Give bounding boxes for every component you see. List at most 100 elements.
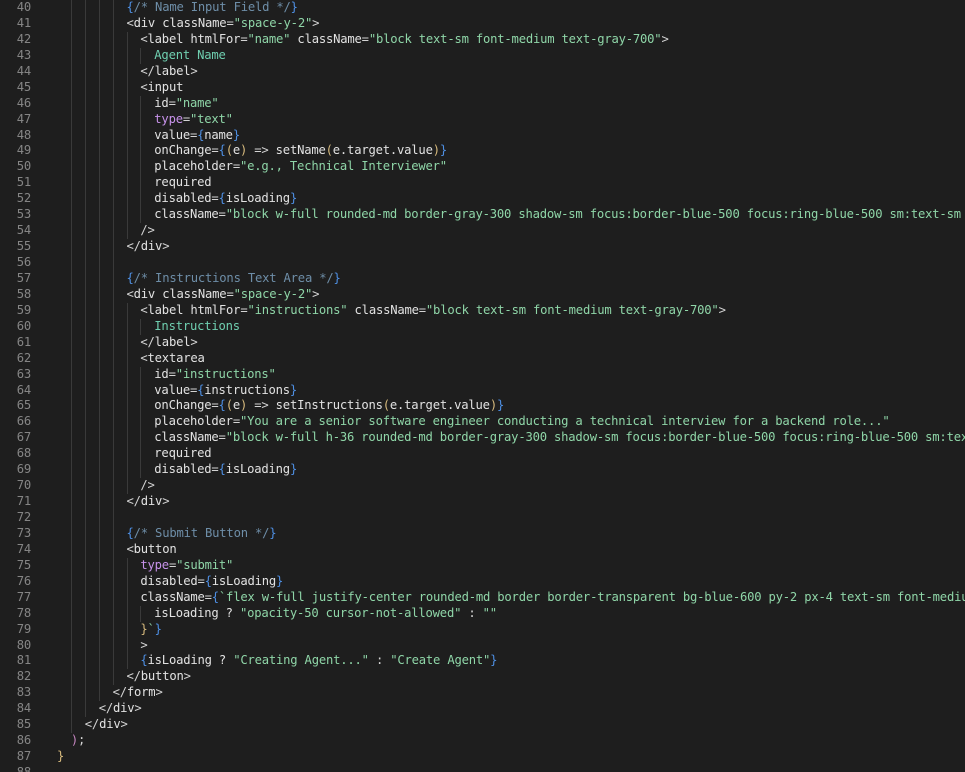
- code-token: }: [496, 398, 505, 413]
- code-line[interactable]: 61 </label>: [0, 334, 965, 351]
- line-number: 41: [16, 15, 31, 30]
- line-number: 82: [16, 669, 31, 684]
- code-line[interactable]: 78 isLoading ? "opacity-50 cursor-not-all…: [0, 605, 965, 622]
- code-token: =: [211, 462, 219, 477]
- code-line[interactable]: 40 {/* Name Input Field */}: [0, 0, 965, 16]
- code-line[interactable]: 77 className={`flex w-full justify-center…: [0, 589, 965, 606]
- code-token: className: [347, 302, 419, 317]
- code-line[interactable]: 67 className="block w-full h-36 rounded-m…: [0, 430, 965, 447]
- indent-guide: [70, 350, 72, 367]
- code-line[interactable]: 58 <div className="space-y-2">: [0, 286, 965, 303]
- code-line[interactable]: 50 placeholder="e.g., Technical Interview…: [0, 159, 965, 176]
- code-token: /* Name Input Field */: [133, 0, 291, 14]
- code-line[interactable]: 59 <label htmlFor = "instructions" classNam…: [0, 302, 965, 319]
- code-line[interactable]: 76 disabled={isLoading}: [0, 573, 965, 590]
- code-line[interactable]: 82 </button>: [0, 669, 965, 686]
- line-number: 87: [16, 749, 31, 764]
- indent-guide: [84, 414, 86, 431]
- code-line[interactable]: 52 disabled={isLoading}: [0, 191, 965, 208]
- code-line[interactable]: 71 </div>: [0, 494, 965, 510]
- indent-guide: [84, 318, 86, 335]
- code-line[interactable]: 65 onChange={(e) => setInstructions(e.tar…: [0, 398, 965, 415]
- line-code: value={name}: [154, 128, 240, 144]
- code-line[interactable]: 43 Agent Name: [0, 47, 965, 64]
- code-token: }: [490, 653, 498, 668]
- indent-guide: [126, 318, 128, 335]
- code-token: <: [140, 79, 148, 94]
- indent-guide: [112, 270, 114, 287]
- code-token: label: [154, 63, 191, 78]
- code-line[interactable]: 81 {isLoading ? "Creating Agent..." : "Cr…: [0, 653, 965, 670]
- code-line[interactable]: 79}`}: [0, 621, 965, 638]
- indent-guide: [70, 255, 72, 271]
- code-line[interactable]: 47 type="text": [0, 111, 965, 128]
- code-line[interactable]: 63 id="instructions": [0, 366, 965, 383]
- indent-guide: [112, 398, 114, 415]
- indent-guide: [98, 207, 100, 224]
- code-line[interactable]: 66 placeholder="You are a senior software…: [0, 414, 965, 431]
- code-line[interactable]: 72: [0, 510, 965, 526]
- indent-guide: [126, 302, 128, 319]
- code-line[interactable]: 83 </form>: [0, 685, 965, 702]
- code-editor[interactable]: 40 {/* Name Input Field */} 41 <div classNa…: [0, 0, 965, 772]
- code-line[interactable]: 84 </div>: [0, 701, 965, 718]
- code-token: ): [489, 398, 497, 413]
- code-line[interactable]: 74 <button: [0, 541, 965, 558]
- code-token: htmlFor: [183, 302, 241, 317]
- indent-guide: [98, 127, 100, 144]
- code-line[interactable]: 42 <label htmlFor="name" className="block…: [0, 31, 965, 48]
- indent-guide: [70, 701, 72, 718]
- code-line[interactable]: 51 required: [0, 175, 965, 192]
- code-line[interactable]: 75 type="submit": [0, 557, 965, 574]
- code-line[interactable]: 70 />: [0, 478, 965, 495]
- indent-guide: [140, 446, 142, 463]
- code-line[interactable]: 44 </label>: [0, 63, 965, 80]
- code-token: }: [289, 462, 298, 477]
- line-number: 81: [16, 653, 31, 668]
- line-code: </label>: [140, 64, 197, 80]
- code-token: div: [140, 494, 163, 509]
- code-line[interactable]: 73 {/* Submit Button */}: [0, 525, 965, 542]
- code-token: :: [368, 653, 391, 668]
- code-line[interactable]: 88: [0, 765, 965, 772]
- indent-guide: [70, 525, 72, 542]
- code-line[interactable]: 68 required: [0, 446, 965, 463]
- code-line[interactable]: 56: [0, 255, 965, 271]
- code-line[interactable]: 45 <input: [0, 79, 965, 96]
- code-token: :: [461, 605, 483, 620]
- code-line[interactable]: 80 >: [0, 637, 965, 654]
- line-code: onChange={(e) => setInstructions(e.targe…: [154, 398, 504, 414]
- code-line[interactable]: 85 </div>: [0, 717, 965, 734]
- code-line[interactable]: 62 <textarea: [0, 350, 965, 367]
- indent-guide: [84, 239, 86, 255]
- code-line[interactable]: 48 value={name}: [0, 127, 965, 144]
- indent-guide: [126, 223, 128, 240]
- code-line[interactable]: 49 onChange={(e) => setName(e.target.valu…: [0, 143, 965, 160]
- code-line[interactable]: 46 id="name": [0, 95, 965, 112]
- line-code: </button>: [127, 669, 191, 685]
- indent-guide: [126, 334, 128, 351]
- code-line[interactable]: 69 disabled={isLoading}: [0, 462, 965, 479]
- code-token: >: [120, 717, 128, 732]
- code-line[interactable]: 60 Instructions: [0, 318, 965, 335]
- line-code: </div>: [127, 239, 170, 255]
- code-line[interactable]: 87}: [0, 749, 965, 765]
- line-code: id="instructions": [154, 366, 276, 383]
- indent-guide: [112, 494, 114, 510]
- code-line[interactable]: 54 />: [0, 223, 965, 240]
- line-code: );: [71, 733, 85, 749]
- indent-guide: [126, 31, 128, 48]
- code-token: "space-y-2": [233, 286, 313, 301]
- code-line[interactable]: 57 {/* Instructions Text Area */}: [0, 270, 965, 287]
- code-line[interactable]: 53 className="block w-full rounded-md bor…: [0, 207, 965, 224]
- indent-guide: [112, 382, 114, 399]
- code-line[interactable]: 41 <div className="space-y-2">: [0, 15, 965, 32]
- line-number: 65: [16, 398, 31, 413]
- code-line[interactable]: 86);: [0, 733, 965, 749]
- code-line[interactable]: 64 value={instructions}: [0, 382, 965, 399]
- code-token: placeholder: [154, 159, 233, 174]
- code-token: "instructions": [175, 366, 276, 381]
- code-token: onChange: [154, 143, 212, 158]
- code-token: {: [218, 143, 226, 158]
- code-line[interactable]: 55 </div>: [0, 239, 965, 255]
